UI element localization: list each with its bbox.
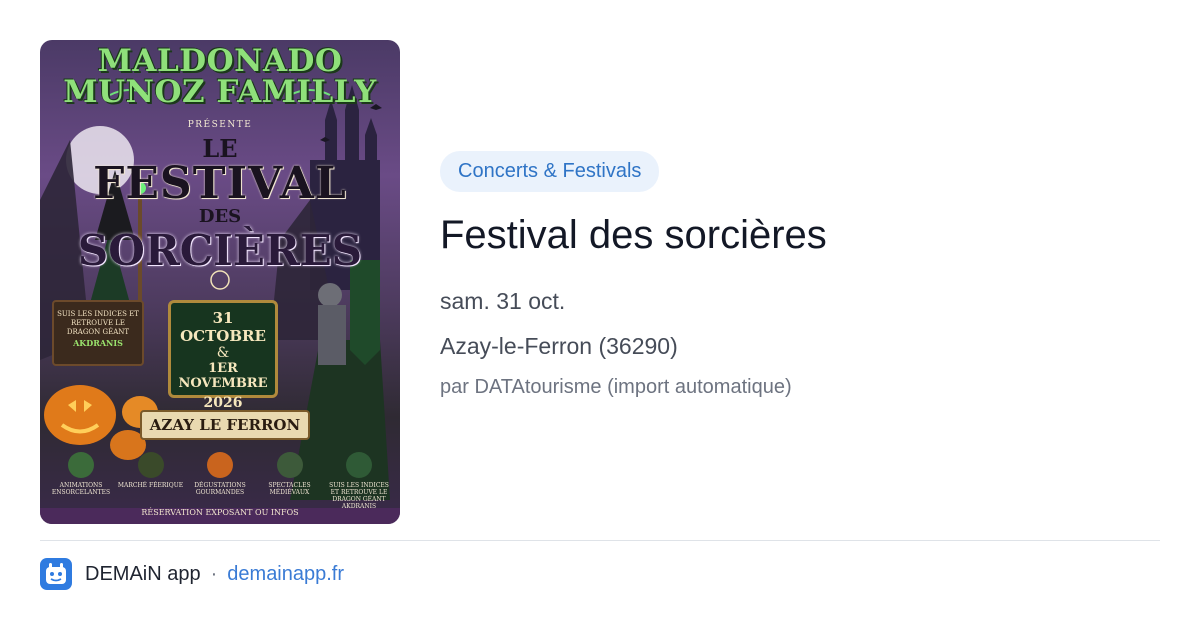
poster-clue-sign: SUIS LES INDICES ET RETROUVE LE DRAGON G… xyxy=(52,300,144,366)
poster-activity-label: SUIS LES INDICES ET RETROUVE LE DRAGON G… xyxy=(329,482,389,510)
app-url-link[interactable]: demainapp.fr xyxy=(227,563,344,586)
poster-clue-sign-name: AKDRANIS xyxy=(73,338,123,348)
event-title[interactable]: Festival des sorcières xyxy=(440,210,827,260)
footer-divider xyxy=(40,540,1160,541)
poster-footer-text: RÉSERVATION EXPOSANT OU INFOS xyxy=(40,508,400,524)
poster-clue-sign-text: SUIS LES INDICES ET RETROUVE LE DRAGON G… xyxy=(57,310,139,336)
poster-date-year: 2026 xyxy=(203,395,243,411)
poster-activity: DÉGUSTATIONS GOURMANDES xyxy=(187,452,253,510)
poster-activity: SUIS LES INDICES ET RETROUVE LE DRAGON G… xyxy=(326,452,392,510)
poster-activities: ANIMATIONS ENSORCELANTES MARCHÉ FÉERIQUE… xyxy=(48,452,392,510)
poster-title-festival: FESTIVAL xyxy=(93,158,347,209)
poster-activity: ANIMATIONS ENSORCELANTES xyxy=(48,452,114,510)
poster-date-box: 31 OCTOBRE & 1ER NOVEMBRE 2026 xyxy=(168,300,278,411)
poster-activity-label: DÉGUSTATIONS GOURMANDES xyxy=(194,482,246,496)
poster-presente-text: PRÉSENTE xyxy=(187,120,253,130)
event-source: par DATAtourisme (import automatique) xyxy=(440,376,792,398)
poster-title-des: DES xyxy=(198,206,242,227)
category-chip[interactable]: Concerts & Festivals xyxy=(440,151,660,192)
event-poster-image[interactable]: MALDONADO MUNOZ FAMILLY PRÉSENTE LE FEST… xyxy=(40,40,400,524)
poster-place-banner: AZAY LE FERRON xyxy=(140,410,310,440)
event-location: Azay-le-Ferron (36290) xyxy=(440,333,678,359)
poster-activity-label: MARCHÉ FÉERIQUE xyxy=(117,482,184,489)
poster-date-line1: 31 OCTOBRE xyxy=(180,309,266,345)
shield-icon xyxy=(276,452,303,478)
site-footer: DEMAiN app · demainapp.fr xyxy=(40,558,344,590)
poster-date-line2: 1ER NOVEMBRE xyxy=(178,361,268,391)
poster-activity: SPECTACLES MÉDIÉVAUX xyxy=(257,452,323,510)
poster-brand-text: MALDONADO MUNOZ FAMILLY xyxy=(63,43,377,110)
cauldron-icon xyxy=(68,452,94,478)
event-date: sam. 31 oct. xyxy=(440,288,566,314)
poster-activity-label: SPECTACLES MÉDIÉVAUX xyxy=(268,482,311,496)
app-name: DEMAiN app xyxy=(85,562,201,585)
magnifier-icon xyxy=(346,452,372,478)
app-logo-icon[interactable] xyxy=(40,558,72,590)
poster-activity: MARCHÉ FÉERIQUE xyxy=(118,452,184,510)
poster-activity-label: ANIMATIONS ENSORCELANTES xyxy=(51,482,111,496)
poster-title-sorcieres: SORCIÈRES xyxy=(77,226,363,275)
poster-date-amp: & xyxy=(216,345,230,361)
footer-separator: · xyxy=(210,562,218,585)
pumpkin-icon xyxy=(207,452,233,478)
witch-hat-icon xyxy=(137,452,164,478)
